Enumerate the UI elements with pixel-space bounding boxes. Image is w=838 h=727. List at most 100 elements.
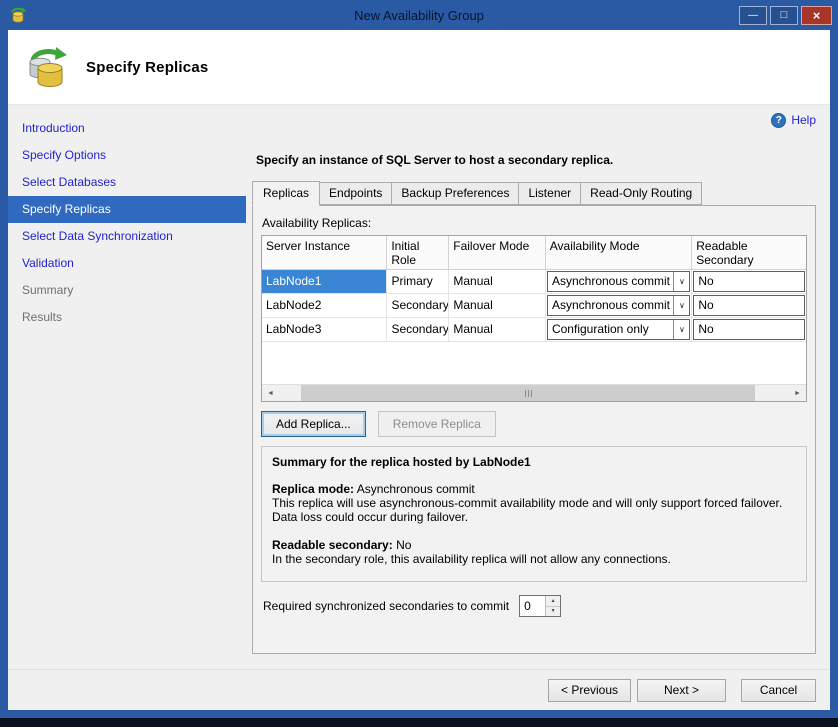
minimize-button[interactable]: — <box>739 6 767 25</box>
wizard-steps-sidebar: Introduction Specify Options Select Data… <box>8 105 246 669</box>
help-icon: ? <box>771 113 786 128</box>
cell-initial-role[interactable]: Secondary <box>387 318 449 341</box>
replica-mode-value: Asynchronous commit <box>357 482 475 496</box>
replica-mode-label: Replica mode: <box>272 482 354 496</box>
scrollbar-track[interactable] <box>279 385 789 401</box>
required-secondaries-label: Required synchronized secondaries to com… <box>263 599 509 613</box>
title-bar[interactable]: New Availability Group — □ × <box>0 0 838 30</box>
spinner-value-input[interactable]: 0 <box>520 596 545 616</box>
cell-failover-mode[interactable]: Manual <box>449 294 546 317</box>
minimize-icon: — <box>748 10 758 21</box>
cell-availability-mode: Configuration only ∨ <box>546 318 692 341</box>
availability-mode-dropdown[interactable]: Asynchronous commit ∨ <box>547 295 690 316</box>
cell-readable-secondary: No <box>692 270 806 293</box>
replicas-grid: Server Instance Initial Role Failover Mo… <box>261 235 807 402</box>
cell-readable-secondary: No <box>692 294 806 317</box>
remove-replica-button: Remove Replica <box>378 411 496 437</box>
sidebar-item-select-data-synchronization[interactable]: Select Data Synchronization <box>8 223 246 250</box>
tab-read-only-routing[interactable]: Read-Only Routing <box>580 182 702 205</box>
column-header-server-instance[interactable]: Server Instance <box>262 236 387 270</box>
tab-endpoints[interactable]: Endpoints <box>319 182 392 205</box>
add-replica-button[interactable]: Add Replica... <box>261 411 366 437</box>
scrollbar-grip-icon <box>525 390 526 397</box>
wizard-header: Specify Replicas <box>8 30 830 105</box>
cell-readable-secondary: No <box>692 318 806 341</box>
column-header-initial-role[interactable]: Initial Role <box>387 236 449 270</box>
maximize-button[interactable]: □ <box>770 6 798 25</box>
readable-secondary-value: No <box>396 538 411 552</box>
cell-server-instance[interactable]: LabNode3 <box>262 318 387 341</box>
tab-listener[interactable]: Listener <box>518 182 581 205</box>
required-secondaries-spinner: 0 ▲ ▼ <box>519 595 561 617</box>
instruction-text: Specify an instance of SQL Server to hos… <box>256 153 816 167</box>
page-title: Specify Replicas <box>86 59 208 76</box>
next-button[interactable]: Next > <box>637 679 726 702</box>
availability-mode-dropdown[interactable]: Asynchronous commit ∨ <box>547 271 690 292</box>
readable-secondary-dropdown[interactable]: No <box>693 271 805 292</box>
tab-backup-preferences[interactable]: Backup Preferences <box>391 182 519 205</box>
readable-secondary-line: Readable secondary: No <box>272 538 796 552</box>
table-row: LabNode2 Secondary Manual Asynchronous c… <box>262 294 806 318</box>
replica-mode-description: This replica will use asynchronous-commi… <box>272 496 796 524</box>
cancel-button[interactable]: Cancel <box>741 679 816 702</box>
chevron-down-icon[interactable]: ∨ <box>673 320 689 339</box>
tab-strip: Replicas Endpoints Backup Preferences Li… <box>252 181 816 205</box>
cell-initial-role[interactable]: Secondary <box>387 294 449 317</box>
table-row: LabNode3 Secondary Manual Configuration … <box>262 318 806 342</box>
sidebar-item-specify-options[interactable]: Specify Options <box>8 142 246 169</box>
window-bottom-edge <box>0 718 838 727</box>
spinner-down-icon[interactable]: ▼ <box>546 607 560 617</box>
replica-buttons-row: Add Replica... Remove Replica <box>261 411 807 437</box>
availability-mode-dropdown[interactable]: Configuration only ∨ <box>547 319 690 340</box>
spinner-buttons: ▲ ▼ <box>545 596 560 616</box>
sidebar-item-specify-replicas[interactable]: Specify Replicas <box>8 196 246 223</box>
availability-replicas-label: Availability Replicas: <box>262 216 807 230</box>
column-header-availability-mode[interactable]: Availability Mode <box>546 236 693 270</box>
cell-failover-mode[interactable]: Manual <box>449 270 546 293</box>
previous-button[interactable]: < Previous <box>548 679 631 702</box>
horizontal-scrollbar[interactable]: ◄ ► <box>262 384 806 401</box>
help-link[interactable]: ? Help <box>252 111 816 129</box>
sidebar-item-results: Results <box>8 304 246 331</box>
sidebar-item-select-databases[interactable]: Select Databases <box>8 169 246 196</box>
cell-availability-mode: Asynchronous commit ∨ <box>546 270 692 293</box>
window-title: New Availability Group <box>0 8 838 23</box>
readable-secondary-label: Readable secondary: <box>272 538 393 552</box>
dialog-footer: < Previous Next > Cancel <box>8 669 830 710</box>
dialog-window: New Availability Group — □ × Specify Rep… <box>0 0 838 727</box>
grid-empty-area <box>262 342 806 384</box>
sidebar-item-introduction[interactable]: Introduction <box>8 115 246 142</box>
cell-failover-mode[interactable]: Manual <box>449 318 546 341</box>
sidebar-item-summary: Summary <box>8 277 246 304</box>
window-controls: — □ × <box>739 6 832 25</box>
cell-initial-role[interactable]: Primary <box>387 270 449 293</box>
sidebar-item-validation[interactable]: Validation <box>8 250 246 277</box>
chevron-down-icon[interactable]: ∨ <box>673 296 689 315</box>
table-row: LabNode1 Primary Manual Asynchronous com… <box>262 270 806 294</box>
cell-availability-mode: Asynchronous commit ∨ <box>546 294 692 317</box>
scroll-right-arrow-icon[interactable]: ► <box>789 385 806 401</box>
scrollbar-thumb[interactable] <box>301 385 755 401</box>
main-content: ? Help Specify an instance of SQL Server… <box>246 105 830 669</box>
column-header-failover-mode[interactable]: Failover Mode <box>449 236 546 270</box>
dropdown-value: Configuration only <box>548 320 673 339</box>
chevron-down-icon[interactable]: ∨ <box>673 272 689 291</box>
readable-secondary-dropdown[interactable]: No <box>693 295 805 316</box>
tab-replicas[interactable]: Replicas <box>252 181 320 206</box>
close-button[interactable]: × <box>801 6 832 25</box>
dropdown-value: No <box>694 272 804 291</box>
spinner-up-icon[interactable]: ▲ <box>546 596 560 607</box>
client-area: Specify Replicas Introduction Specify Op… <box>8 30 830 710</box>
cell-server-instance[interactable]: LabNode1 <box>262 270 387 293</box>
readable-secondary-description: In the secondary role, this availability… <box>272 552 796 566</box>
help-label: Help <box>791 113 816 127</box>
replicas-tab-panel: Availability Replicas: Server Instance I… <box>252 205 816 654</box>
scroll-left-arrow-icon[interactable]: ◄ <box>262 385 279 401</box>
availability-group-icon <box>24 44 70 90</box>
readable-secondary-dropdown[interactable]: No <box>693 319 805 340</box>
column-header-readable-secondary[interactable]: Readable Secondary <box>692 236 806 270</box>
cell-server-instance[interactable]: LabNode2 <box>262 294 387 317</box>
summary-title: Summary for the replica hosted by LabNod… <box>272 455 796 469</box>
dropdown-value: Asynchronous commit <box>548 296 673 315</box>
content-row: Introduction Specify Options Select Data… <box>8 105 830 669</box>
